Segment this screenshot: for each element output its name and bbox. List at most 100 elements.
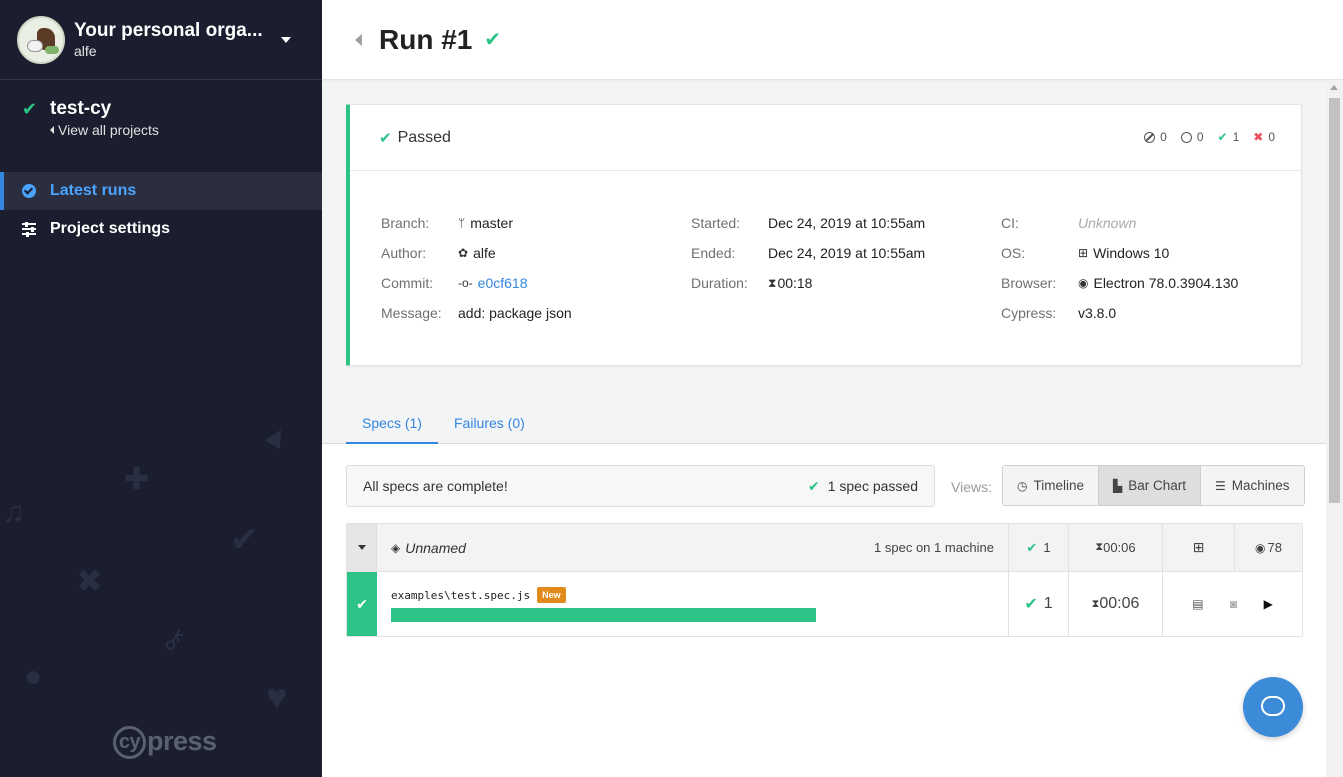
spec-group-table: ◈ Unnamed 1 spec on 1 machine ✔ 1 ⧗ 00:06 ⊞… (346, 523, 1303, 637)
key-icon: ⚷ (157, 619, 191, 658)
sidebar-item-latest-runs[interactable]: Latest runs (0, 172, 322, 210)
run-summary-card: ✔ Passed 0 0 ✔ 1 ✖ 0 Branch: ᛘ master Author… (346, 104, 1302, 366)
check-icon: ✔ (379, 129, 392, 147)
puzzle-icon: ✚ (124, 463, 150, 496)
x-deco-icon: ✖ (76, 563, 103, 599)
sidebar-item-label: Project settings (50, 220, 171, 237)
bar-chart-icon: ▙ (1113, 478, 1123, 493)
chrome-icon: ◉ (1078, 276, 1089, 290)
os-value: Windows 10 (1093, 245, 1170, 261)
chrome-icon: ◉ (1255, 540, 1266, 555)
run-status: Passed (397, 128, 451, 146)
message-value: add: package json (458, 305, 572, 321)
skipped-icon (1144, 131, 1156, 143)
tab-failures[interactable]: Failures (0) (454, 401, 525, 444)
pending-icon (1180, 131, 1192, 143)
check-icon: ✔ (807, 477, 820, 494)
caret-down-icon (357, 545, 366, 550)
scrollbar-thumb[interactable] (1329, 98, 1340, 503)
cypress-label: Cypress: (1001, 305, 1057, 321)
back-icon[interactable] (355, 33, 362, 46)
check-icon: ✔ (1217, 130, 1228, 144)
commit-icon: -o- (458, 276, 473, 290)
tab-specs[interactable]: Specs (1) (346, 401, 438, 444)
group-passed: ✔ 1 (1008, 524, 1068, 571)
specs-passed-text: 1 spec passed (827, 478, 918, 494)
check-deco-icon: ✔ (230, 521, 259, 559)
message-label: Message: (381, 305, 442, 321)
sidebar-item-project-settings[interactable]: Project settings (0, 210, 322, 248)
heart-icon: ♥ (266, 676, 288, 717)
check-icon: ✔ (347, 572, 377, 636)
cypress-value: v3.8.0 (1078, 305, 1117, 321)
music-icon: ♫ (2, 496, 25, 529)
spec-actions: ▤ ◙ ▶ (1162, 572, 1302, 636)
windows-icon: ⊞ (1192, 539, 1205, 555)
spec-progress-bar (391, 608, 816, 622)
page-title: Run #1 (379, 23, 473, 55)
caret-down-icon[interactable] (281, 36, 291, 43)
scrollbar[interactable] (1326, 80, 1343, 777)
group-machine-text: 1 spec on 1 machine (874, 540, 994, 555)
check-icon: ✔ (484, 29, 502, 51)
meta-column-1: Branch: ᛘ master Author: ✿ alfe Commit: -o-e0… (381, 215, 572, 335)
org-text: Your personal orga... alfe (74, 20, 274, 59)
sidebar-item-label: Latest runs (50, 182, 137, 199)
spec-duration: ⧗ 00:06 (1068, 572, 1162, 636)
org-name: Your personal orga... (74, 20, 263, 41)
branch-icon: ᛘ (458, 216, 466, 230)
play-icon[interactable]: ▶ (1264, 597, 1273, 611)
main-content: ✔ Passed 0 0 ✔ 1 ✖ 0 Branch: ᛘ master Author… (322, 80, 1326, 777)
group-name: ◈ Unnamed (391, 539, 466, 556)
camera-icon[interactable]: ◙ (1230, 597, 1237, 611)
started-value: Dec 24, 2019 at 10:55am (768, 215, 926, 231)
passed-count: ✔ 1 (1217, 130, 1240, 144)
group-os: ⊞ (1162, 524, 1234, 571)
hourglass-icon: ⧗ (1091, 597, 1100, 610)
ended-label: Ended: (691, 245, 736, 261)
sidebar-nav: Latest runs Project settings (0, 172, 322, 248)
chat-icon (1261, 696, 1285, 716)
specs-panel: All specs are complete! ✔ 1 spec passed V… (322, 444, 1326, 777)
meta-column-3: CI: Unknown OS: ⊞ Windows 10 Browser: ◉ Elect… (1001, 215, 1238, 335)
x-icon: ✖ (1253, 130, 1264, 144)
hourglass-icon: ⧗ (768, 275, 777, 290)
cypress-logo: cy press (113, 726, 217, 760)
duration-label: Duration: (691, 275, 748, 291)
sliders-icon (22, 221, 36, 237)
cube-icon: ◈ (391, 540, 401, 555)
org-user: alfe (74, 43, 97, 59)
group-browser: ◉ 78 (1234, 524, 1302, 571)
view-all-projects-link[interactable]: View all projects (50, 122, 159, 138)
skipped-count: 0 (1144, 130, 1167, 144)
views-label: Views: (951, 479, 992, 495)
view-bar-chart-button[interactable]: ▙ Bar Chart (1099, 466, 1202, 505)
tab-bar: Specs (1) Failures (0) (322, 401, 1326, 444)
chat-support-button[interactable] (1243, 677, 1303, 737)
collapse-toggle[interactable] (347, 524, 377, 571)
view-machines-button[interactable]: ☰ Machines (1201, 466, 1304, 505)
spec-row[interactable]: ✔ examples\test.spec.js New ✔ 1 ⧗ 00:06 ▤ ◙… (347, 572, 1302, 636)
org-avatar (17, 15, 65, 64)
file-icon[interactable]: ▤ (1192, 597, 1203, 611)
page-header: Run #1 ✔ (322, 0, 1343, 80)
org-switcher[interactable]: Your personal orga... alfe (0, 0, 322, 80)
author-value: alfe (473, 245, 496, 261)
caret-left-icon (50, 126, 54, 134)
group-duration: ⧗ 00:06 (1068, 524, 1162, 571)
view-all-label: View all projects (58, 122, 159, 138)
scroll-up-icon[interactable] (1330, 85, 1338, 90)
check-icon: ✔ (22, 99, 38, 119)
commit-label: Commit: (381, 275, 434, 291)
view-switcher: ◷ Timeline ▙ Bar Chart ☰ Machines (1002, 465, 1305, 506)
rocket-icon: ▲ (255, 414, 299, 459)
hourglass-icon: ⧗ (1095, 541, 1104, 553)
pending-count: 0 (1180, 130, 1204, 144)
started-label: Started: (691, 215, 741, 231)
branch-label: Branch: (381, 215, 430, 231)
view-timeline-button[interactable]: ◷ Timeline (1003, 466, 1099, 505)
ci-label: CI: (1001, 215, 1019, 231)
browser-label: Browser: (1001, 275, 1057, 291)
commit-link[interactable]: e0cf618 (478, 275, 528, 291)
project-header: ✔ test-cy View all projects (0, 80, 322, 138)
